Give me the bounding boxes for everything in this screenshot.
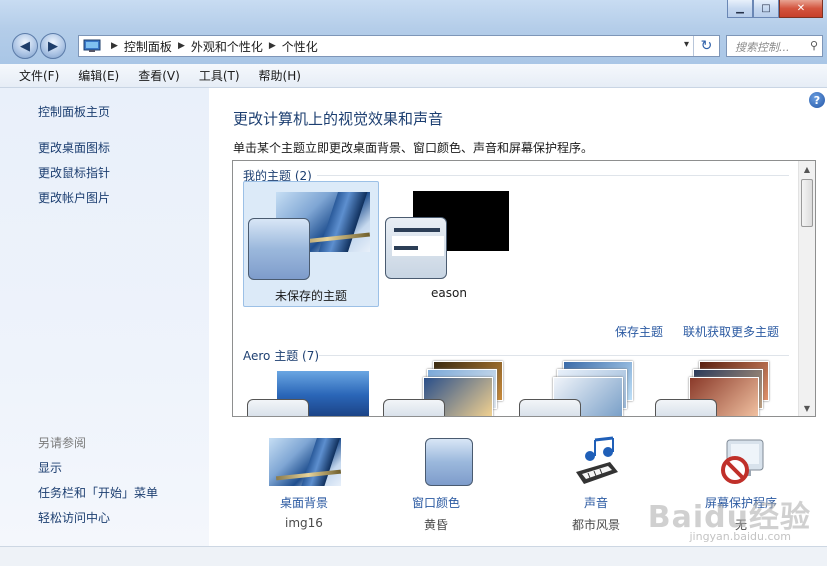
watermark-url: jingyan.baidu.com bbox=[689, 530, 791, 543]
menu-help[interactable]: 帮助(H) bbox=[259, 67, 301, 84]
menu-view[interactable]: 查看(V) bbox=[138, 67, 180, 84]
help-icon[interactable]: ? bbox=[809, 92, 825, 108]
page-description: 单击某个主题立即更改桌面背景、窗口颜色、声音和屏幕保护程序。 bbox=[233, 141, 594, 155]
screensaver-icon bbox=[721, 439, 764, 484]
theme-window-color-swatch bbox=[248, 218, 310, 280]
scrollbar-thumb[interactable] bbox=[801, 179, 813, 227]
see-also-heading: 另请参阅 bbox=[38, 436, 87, 450]
setting-label: 声音 bbox=[583, 496, 608, 510]
left-nav-pane: 控制面板主页 更改桌面图标 更改鼠标指针 更改帐户图片 另请参阅 显示 任务栏和… bbox=[0, 88, 209, 546]
setting-label: 桌面背景 bbox=[279, 496, 328, 510]
menu-file[interactable]: 文件(F) bbox=[19, 67, 59, 84]
menu-bar: 文件(F) 编辑(E) 查看(V) 工具(T) 帮助(H) bbox=[0, 64, 827, 88]
theme-tile-unsaved[interactable]: 未保存的主题 bbox=[243, 181, 379, 307]
refresh-icon[interactable]: ↻ bbox=[693, 36, 719, 56]
theme-name-label: 未保存的主题 bbox=[274, 289, 347, 303]
breadcrumb-separator: ▶ bbox=[111, 41, 118, 51]
group-divider bbox=[317, 175, 789, 176]
setting-value: img16 bbox=[285, 516, 323, 530]
window-controls: ▁ □ ✕ bbox=[727, 0, 823, 18]
desktop-background-setting[interactable]: 桌面背景 img16 bbox=[234, 434, 374, 534]
breadcrumb-control-panel[interactable]: 控制面板 bbox=[124, 38, 172, 55]
sound-setting[interactable]: 声音 都市风景 bbox=[526, 434, 666, 534]
back-button[interactable]: ◀ bbox=[12, 33, 38, 59]
scroll-down-icon[interactable]: ▼ bbox=[799, 400, 815, 416]
menu-tools[interactable]: 工具(T) bbox=[199, 67, 240, 84]
breadcrumb-appearance[interactable]: 外观和个性化 bbox=[191, 38, 263, 55]
setting-value: 都市风景 bbox=[571, 518, 620, 532]
theme-list[interactable]: 我的主题 (2) 未保存的主题 eason 保存主题 联机获取更多主题 Aero… bbox=[232, 160, 816, 417]
ease-of-access-link[interactable]: 轻松访问中心 bbox=[38, 509, 110, 526]
change-account-picture-link[interactable]: 更改帐户图片 bbox=[38, 189, 110, 206]
taskbar-start-menu-link[interactable]: 任务栏和「开始」菜单 bbox=[38, 484, 158, 501]
aero-theme-window-swatch bbox=[519, 399, 581, 416]
status-bar bbox=[0, 546, 827, 566]
scroll-up-icon[interactable]: ▲ bbox=[799, 161, 815, 177]
change-mouse-pointers-link[interactable]: 更改鼠标指针 bbox=[38, 164, 110, 181]
setting-value: 黄昏 bbox=[423, 518, 448, 532]
get-more-themes-link[interactable]: 联机获取更多主题 bbox=[683, 323, 779, 340]
menu-edit[interactable]: 编辑(E) bbox=[78, 67, 119, 84]
theme-window-color-swatch bbox=[385, 217, 447, 279]
main-content: ? 更改计算机上的视觉效果和声音 单击某个主题立即更改桌面背景、窗口颜色、声音和… bbox=[209, 88, 827, 546]
window-color-setting[interactable]: 窗口颜色 黄昏 bbox=[366, 434, 506, 534]
group-divider bbox=[319, 355, 789, 356]
theme-name-label: eason bbox=[431, 286, 467, 300]
search-input[interactable]: 搜索控制... ⚲ bbox=[726, 35, 823, 57]
display-link[interactable]: 显示 bbox=[38, 459, 62, 476]
breadcrumb-separator: ▶ bbox=[177, 41, 185, 51]
theme-tile-eason[interactable]: eason bbox=[381, 181, 517, 307]
theme-list-scrollbar[interactable]: ▲ ▼ bbox=[798, 161, 815, 416]
breadcrumb-personalization[interactable]: 个性化 bbox=[282, 38, 318, 55]
sound-icon bbox=[576, 436, 618, 484]
search-placeholder: 搜索控制... bbox=[735, 41, 790, 54]
aero-themes-header: Aero 主题 (7) bbox=[243, 349, 320, 363]
search-icon[interactable]: ⚲ bbox=[810, 39, 818, 52]
change-desktop-icons-link[interactable]: 更改桌面图标 bbox=[38, 139, 110, 156]
title-bar: ▁ □ ✕ ◀ ▶ ▶ 控制面板 ▶ 外观和个性化 ▶ 个性化 ▾ ↻ 搜索控制… bbox=[0, 0, 827, 64]
minimize-button[interactable]: ▁ bbox=[727, 0, 753, 18]
page-title: 更改计算机上的视觉效果和声音 bbox=[233, 110, 444, 128]
desktop-background-icon bbox=[269, 438, 341, 486]
close-button[interactable]: ✕ bbox=[779, 0, 823, 18]
forward-button[interactable]: ▶ bbox=[40, 33, 66, 59]
control-panel-icon bbox=[83, 39, 101, 52]
save-theme-link[interactable]: 保存主题 bbox=[615, 323, 663, 340]
window-color-icon bbox=[425, 438, 473, 486]
aero-theme-window-swatch bbox=[383, 399, 445, 416]
control-panel-home-link[interactable]: 控制面板主页 bbox=[38, 103, 110, 120]
aero-theme-window-swatch bbox=[655, 399, 717, 416]
setting-label: 窗口颜色 bbox=[411, 496, 460, 510]
aero-theme-window-swatch bbox=[247, 399, 309, 416]
maximize-button[interactable]: □ bbox=[753, 0, 779, 18]
breadcrumb-separator: ▶ bbox=[268, 41, 276, 51]
address-dropdown-icon[interactable]: ▾ bbox=[684, 39, 689, 50]
address-bar[interactable]: ▶ 控制面板 ▶ 外观和个性化 ▶ 个性化 ▾ ↻ bbox=[78, 35, 720, 57]
